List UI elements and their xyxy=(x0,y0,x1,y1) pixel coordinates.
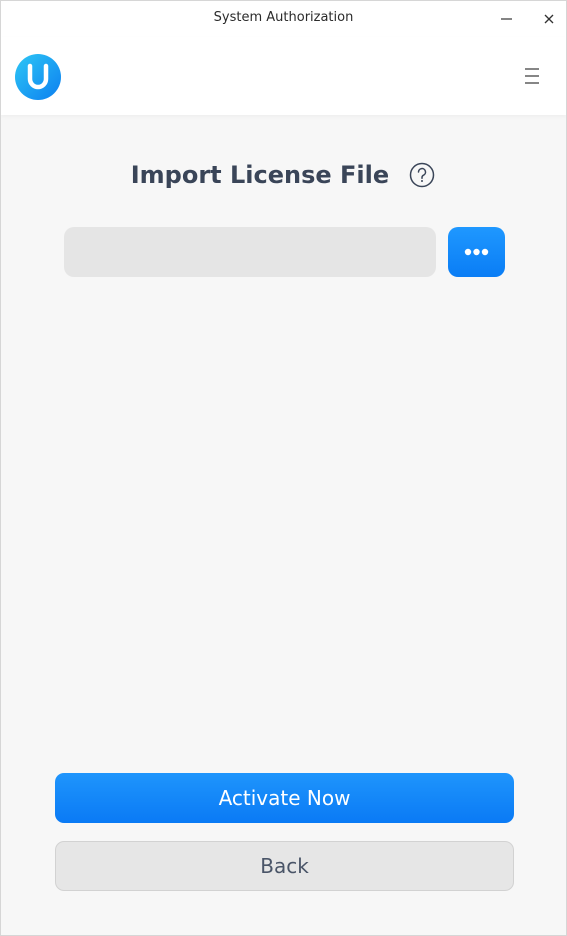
hamburger-menu-icon xyxy=(525,68,539,84)
menu-button[interactable] xyxy=(520,64,544,88)
app-header xyxy=(1,37,566,115)
window-title: System Authorization xyxy=(213,10,354,25)
system-authorization-window: System Authorization Import License File… xyxy=(0,0,567,936)
question-circle-icon[interactable] xyxy=(408,161,436,189)
page-title: Import License File xyxy=(130,161,390,189)
license-file-path-input[interactable] xyxy=(64,227,436,277)
title-bar: System Authorization xyxy=(1,1,566,37)
heading-row: Import License File xyxy=(1,161,566,197)
activate-now-button[interactable]: Activate Now xyxy=(55,773,514,823)
browse-file-button[interactable] xyxy=(448,227,505,277)
minimize-button[interactable] xyxy=(494,7,518,31)
close-icon xyxy=(544,14,554,24)
app-logo-icon xyxy=(15,54,61,100)
minimize-icon xyxy=(501,18,512,20)
close-button[interactable] xyxy=(537,7,561,31)
back-button[interactable]: Back xyxy=(55,841,514,891)
more-dots-icon xyxy=(464,248,489,256)
